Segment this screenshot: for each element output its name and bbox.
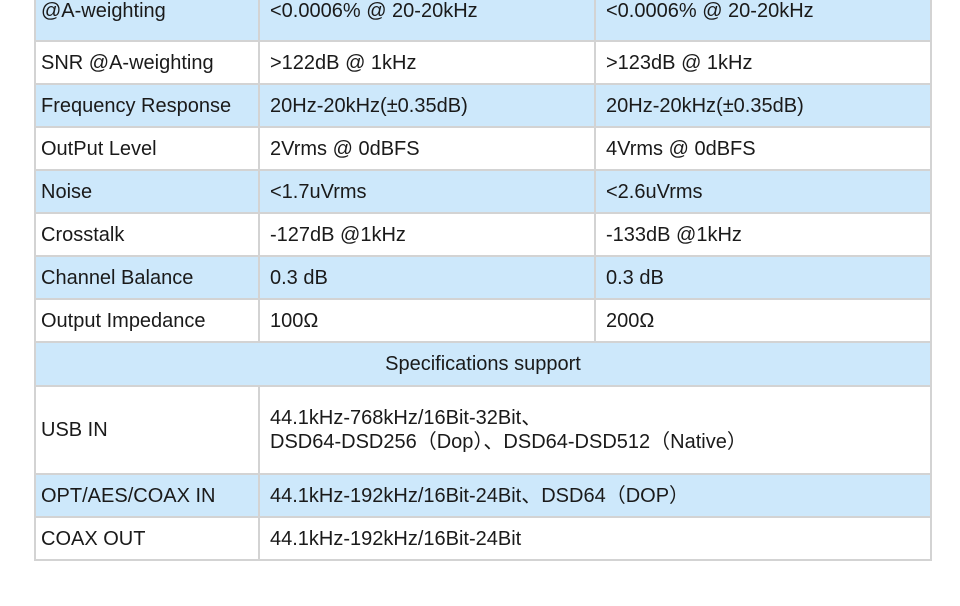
row-label: @A-weighting [34, 0, 260, 42]
row-label: OPT/AES/COAX IN [34, 473, 260, 518]
table-row: OutPut Level 2Vrms @ 0dBFS 4Vrms @ 0dBFS [34, 126, 932, 171]
cell-value-model-1: <1.7uVrms [258, 169, 596, 214]
cell-value-model-2: 200Ω [594, 298, 932, 343]
cell-value-model-1: >122dB @ 1kHz [258, 40, 596, 85]
cell-value-model-2: <0.0006% @ 20-20kHz [594, 0, 932, 42]
row-label: SNR @A-weighting [34, 40, 260, 85]
table-row: USB IN 44.1kHz-768kHz/16Bit-32Bit、 DSD64… [34, 385, 932, 475]
section-header-row: Specifications support [34, 341, 932, 387]
row-label: OutPut Level [34, 126, 260, 171]
table-row: SNR @A-weighting >122dB @ 1kHz >123dB @ … [34, 40, 932, 85]
cell-value: 44.1kHz-768kHz/16Bit-32Bit、 DSD64-DSD256… [258, 385, 932, 475]
cell-value-model-2: 4Vrms @ 0dBFS [594, 126, 932, 171]
row-label: Frequency Response [34, 83, 260, 128]
row-label: Output Impedance [34, 298, 260, 343]
cell-value-model-1: -127dB @1kHz [258, 212, 596, 257]
cell-value-model-2: >123dB @ 1kHz [594, 40, 932, 85]
cell-value-model-1: 0.3 dB [258, 255, 596, 300]
table-row: Channel Balance 0.3 dB 0.3 dB [34, 255, 932, 300]
cell-value-model-2: 20Hz-20kHz(±0.35dB) [594, 83, 932, 128]
row-label: Channel Balance [34, 255, 260, 300]
value-line-2: DSD64-DSD256（Dop）、DSD64-DSD512（Native） [270, 431, 747, 453]
spec-table: @A-weighting <0.0006% @ 20-20kHz <0.0006… [34, 0, 932, 561]
cell-value-model-2: 0.3 dB [594, 255, 932, 300]
row-label: Crosstalk [34, 212, 260, 257]
cell-value: 44.1kHz-192kHz/16Bit-24Bit、DSD64（DOP） [258, 473, 932, 518]
row-label: COAX OUT [34, 516, 260, 561]
cell-value-model-1: <0.0006% @ 20-20kHz [258, 0, 596, 42]
cell-value-model-1: 2Vrms @ 0dBFS [258, 126, 596, 171]
table-row: Output Impedance 100Ω 200Ω [34, 298, 932, 343]
value-line-1: 44.1kHz-768kHz/16Bit-32Bit、 [270, 407, 542, 429]
cell-value: 44.1kHz-192kHz/16Bit-24Bit [258, 516, 932, 561]
table-row: OPT/AES/COAX IN 44.1kHz-192kHz/16Bit-24B… [34, 473, 932, 518]
table-row: Noise <1.7uVrms <2.6uVrms [34, 169, 932, 214]
table-row: @A-weighting <0.0006% @ 20-20kHz <0.0006… [34, 0, 932, 42]
table-row: Frequency Response 20Hz-20kHz(±0.35dB) 2… [34, 83, 932, 128]
table-row: Crosstalk -127dB @1kHz -133dB @1kHz [34, 212, 932, 257]
cell-value-model-2: -133dB @1kHz [594, 212, 932, 257]
table-row: COAX OUT 44.1kHz-192kHz/16Bit-24Bit [34, 516, 932, 561]
cell-value-model-1: 100Ω [258, 298, 596, 343]
row-label: Noise [34, 169, 260, 214]
section-header: Specifications support [34, 341, 932, 387]
cell-value-model-1: 20Hz-20kHz(±0.35dB) [258, 83, 596, 128]
cell-value-model-2: <2.6uVrms [594, 169, 932, 214]
row-label: USB IN [34, 385, 260, 475]
